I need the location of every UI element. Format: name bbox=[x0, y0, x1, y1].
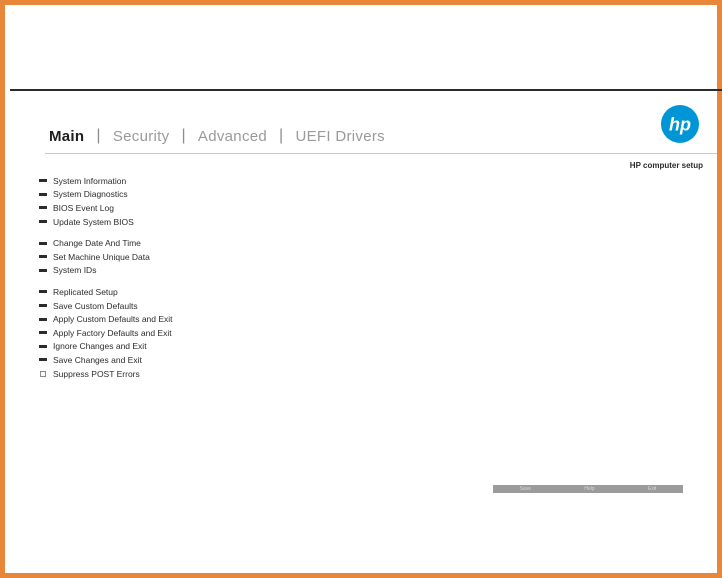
bullet-icon bbox=[39, 220, 47, 224]
menu-item-set-machine-unique-data[interactable]: Set Machine Unique Data bbox=[39, 250, 173, 264]
footer-action-bar: Save Help Exit bbox=[493, 485, 683, 493]
bullet-icon bbox=[39, 268, 47, 272]
brand-subtitle: HP computer setup bbox=[629, 161, 703, 170]
bullet-icon bbox=[39, 206, 47, 210]
bullet-icon bbox=[39, 241, 47, 245]
footer-help-button[interactable]: Help bbox=[584, 486, 594, 492]
bullet-icon bbox=[39, 192, 47, 196]
menu-group-information: System Information System Diagnostics BI… bbox=[39, 174, 173, 228]
tab-separator: | bbox=[279, 127, 284, 144]
menu-item-label: Ignore Changes and Exit bbox=[53, 341, 147, 352]
tab-advanced[interactable]: Advanced bbox=[198, 128, 267, 145]
hp-logo-icon: hp bbox=[661, 105, 699, 143]
tab-separator: | bbox=[181, 127, 186, 144]
menu-item-label: Change Date And Time bbox=[53, 238, 141, 249]
menu-item-system-information[interactable]: System Information bbox=[39, 174, 173, 188]
header-divider bbox=[10, 89, 722, 91]
menu-item-label: Suppress POST Errors bbox=[53, 368, 140, 379]
suppress-post-errors-checkbox[interactable] bbox=[40, 370, 46, 377]
bullet-icon bbox=[39, 317, 47, 321]
footer-save-button[interactable]: Save bbox=[520, 486, 531, 492]
tab-bar: Main | Security | Advanced | UEFI Driver… bbox=[49, 127, 385, 145]
menu-item-bios-event-log[interactable]: BIOS Event Log bbox=[39, 201, 173, 215]
bullet-icon bbox=[39, 304, 47, 308]
menu-item-label: Apply Custom Defaults and Exit bbox=[53, 314, 173, 325]
menu-item-change-date-time[interactable]: Change Date And Time bbox=[39, 236, 173, 250]
menu-item-apply-custom-defaults-exit[interactable]: Apply Custom Defaults and Exit bbox=[39, 312, 173, 326]
menu-item-label: System Information bbox=[53, 175, 127, 186]
bullet-icon bbox=[39, 344, 47, 348]
bullet-icon bbox=[39, 179, 47, 183]
menu-item-label: System IDs bbox=[53, 265, 97, 276]
menu-item-apply-factory-defaults-exit[interactable]: Apply Factory Defaults and Exit bbox=[39, 326, 173, 340]
menu-item-label: Save Custom Defaults bbox=[53, 300, 138, 311]
menu-item-save-changes-exit[interactable]: Save Changes and Exit bbox=[39, 353, 173, 367]
menu-item-suppress-post-errors[interactable]: Suppress POST Errors bbox=[39, 367, 173, 381]
tab-uefi-drivers[interactable]: UEFI Drivers bbox=[296, 128, 385, 145]
menu-item-replicated-setup[interactable]: Replicated Setup bbox=[39, 285, 173, 299]
window-frame: Main | Security | Advanced | UEFI Driver… bbox=[0, 0, 722, 578]
menu-group-defaults: Replicated Setup Save Custom Defaults Ap… bbox=[39, 285, 173, 380]
hp-logo-text: hp bbox=[669, 115, 691, 135]
menu-item-label: System Diagnostics bbox=[53, 189, 128, 200]
menu-item-label: BIOS Event Log bbox=[53, 202, 114, 213]
main-menu: System Information System Diagnostics BI… bbox=[39, 174, 173, 388]
menu-item-update-system-bios[interactable]: Update System BIOS bbox=[39, 215, 173, 229]
tab-main[interactable]: Main bbox=[49, 128, 84, 145]
footer-exit-button[interactable]: Exit bbox=[648, 486, 656, 492]
bullet-icon bbox=[39, 255, 47, 259]
bullet-icon bbox=[39, 331, 47, 335]
menu-item-ignore-changes-exit[interactable]: Ignore Changes and Exit bbox=[39, 340, 173, 354]
bullet-icon bbox=[39, 358, 47, 362]
bullet-icon bbox=[39, 290, 47, 294]
menu-item-label: Apply Factory Defaults and Exit bbox=[53, 327, 172, 338]
tabs-underline bbox=[45, 153, 717, 154]
menu-item-system-diagnostics[interactable]: System Diagnostics bbox=[39, 188, 173, 202]
menu-item-label: Replicated Setup bbox=[53, 286, 118, 297]
tab-security[interactable]: Security bbox=[113, 128, 170, 145]
menu-item-save-custom-defaults[interactable]: Save Custom Defaults bbox=[39, 299, 173, 313]
tab-separator: | bbox=[96, 127, 101, 144]
menu-group-system: Change Date And Time Set Machine Unique … bbox=[39, 236, 173, 277]
menu-item-label: Update System BIOS bbox=[53, 216, 134, 227]
menu-item-label: Set Machine Unique Data bbox=[53, 251, 150, 262]
menu-item-label: Save Changes and Exit bbox=[53, 354, 142, 365]
menu-item-system-ids[interactable]: System IDs bbox=[39, 264, 173, 278]
